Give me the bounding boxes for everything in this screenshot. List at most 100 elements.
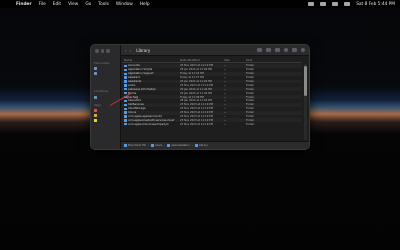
folder-icon: [124, 84, 127, 87]
menu-clock[interactable]: Sat 8 Feb 5:44 PM: [356, 2, 395, 7]
folder-icon: [94, 67, 97, 70]
row-size: --: [224, 83, 226, 87]
menu-bar: Finder File Edit View Go Tools Window He…: [0, 0, 400, 8]
tag-icon: [94, 119, 97, 122]
toolbar: ‹ › Library: [121, 45, 309, 56]
zoom-button[interactable]: [106, 49, 110, 53]
folder-icon: [167, 144, 171, 147]
row-size: --: [224, 99, 226, 103]
column-name[interactable]: Name: [122, 58, 178, 62]
group-icon[interactable]: [266, 48, 271, 52]
row-name: Assistants: [128, 80, 142, 83]
more-icon[interactable]: [292, 48, 297, 52]
column-header: Name Date Modified Size Kind: [122, 57, 302, 63]
close-button[interactable]: [95, 49, 99, 53]
folder-icon: [124, 119, 127, 122]
row-kind: Folder: [246, 99, 255, 103]
row-size: --: [224, 76, 226, 80]
folder-icon: [124, 103, 127, 107]
minimize-button[interactable]: [100, 49, 104, 53]
scroll-thumb[interactable]: [304, 66, 307, 96]
row-date: 23 Nov 2023 at 11:19 PM: [180, 83, 213, 87]
row-size: --: [224, 68, 226, 72]
menu-help[interactable]: Help: [140, 2, 150, 7]
row-name-cell: com.apple.iCloud.searchpartyd: [122, 123, 178, 126]
path-item[interactable]: Users: [151, 144, 162, 147]
row-date: 23 Nov 2023 at 11:19 PM: [180, 111, 213, 115]
row-date: Today at 11:37 PM: [180, 76, 204, 80]
folder-icon: [151, 144, 155, 147]
path-item-label: demoskeleton: [171, 144, 190, 147]
battery-icon[interactable]: [320, 2, 327, 6]
menu-window[interactable]: Window: [116, 2, 133, 7]
sidebar-section-tags: Tags: [94, 103, 101, 107]
row-size: --: [224, 111, 226, 115]
sidebar-item[interactable]: [94, 119, 97, 122]
row-date: 23 Nov 2023 at 11:19 PM: [180, 64, 213, 68]
sidebar-item[interactable]: [94, 109, 97, 112]
row-name: Application Scripts: [128, 68, 153, 72]
path-item[interactable]: Macintosh HD: [124, 144, 146, 147]
row-date: 29 Jan 2024 at 11:46 PM: [180, 87, 212, 91]
row-name-cell: CloudStorage: [122, 107, 178, 110]
window-controls: [95, 49, 110, 53]
sidebar-item[interactable]: [94, 96, 97, 99]
row-size: --: [224, 115, 226, 119]
path-item[interactable]: demoskeleton: [167, 144, 190, 147]
folder-icon: [194, 144, 198, 147]
row-date: Today at 11:38 PM: [180, 95, 204, 99]
row-date: 23 Nov 2023 at 11:19 PM: [180, 118, 213, 122]
row-name: Colors: [128, 111, 137, 115]
sidebar-item[interactable]: [94, 72, 97, 75]
menu-file[interactable]: File: [39, 2, 46, 7]
sidebar: Favourites Locations Tags: [91, 45, 121, 149]
menu-tools[interactable]: Tools: [98, 2, 109, 7]
tag-icon[interactable]: [284, 48, 288, 52]
row-size: --: [224, 80, 226, 83]
wifi-icon[interactable]: [308, 2, 315, 6]
view-icon[interactable]: [257, 48, 262, 52]
sidebar-section-favourites: Favourites: [94, 61, 110, 65]
file-list: Accounts 23 Nov 2023 at 11:19 PM -- Folder A…: [122, 64, 302, 140]
row-name-cell: Accounts: [122, 64, 178, 67]
row-name-cell: Autosave Information: [122, 88, 178, 91]
tag-icon: [94, 114, 97, 117]
folder-icon: [124, 64, 127, 68]
path-separator: ›: [148, 144, 150, 147]
sidebar-item[interactable]: [94, 67, 97, 70]
row-name-cell: Application Scripts: [122, 68, 178, 71]
column-kind[interactable]: Kind: [244, 58, 274, 62]
scrollbar[interactable]: [304, 64, 307, 140]
share-icon[interactable]: [275, 48, 280, 52]
row-size: --: [224, 103, 226, 107]
menu-go[interactable]: Go: [85, 2, 91, 7]
menu-edit[interactable]: Edit: [53, 2, 61, 7]
folder-icon: [124, 107, 127, 110]
row-name: Application Support: [128, 72, 154, 76]
row-date: 23 Nov 2023 at 11:19 PM: [180, 107, 213, 111]
row-kind: Folder: [246, 115, 255, 119]
forward-icon[interactable]: ›: [130, 48, 132, 53]
row-name: com.apple.iCloud.searchpartyd: [128, 122, 169, 126]
menu-view[interactable]: View: [68, 2, 78, 7]
search-icon[interactable]: [301, 48, 305, 52]
window-title: Library: [136, 47, 151, 53]
row-size: --: [224, 107, 226, 111]
row-kind: Folder: [246, 107, 255, 111]
disk-icon: [94, 96, 97, 99]
column-size[interactable]: Size: [222, 58, 244, 62]
sidebar-item[interactable]: [94, 114, 97, 117]
control-center-icon[interactable]: [344, 2, 351, 6]
menu-app-name[interactable]: Finder: [16, 2, 32, 7]
row-name-cell: Assistant: [122, 76, 178, 79]
tag-icon: [94, 109, 97, 112]
column-date-modified[interactable]: Date Modified: [178, 58, 222, 62]
row-date: 23 Nov 2023 at 11:19 PM: [180, 115, 213, 119]
path-item[interactable]: Library: [194, 144, 208, 147]
row-name-cell: CallServices: [122, 103, 178, 106]
table-row[interactable]: com.apple.iCloud.searchpartyd 23 Nov 2023…: [122, 122, 302, 126]
row-name-cell: Calendars: [122, 99, 178, 102]
row-kind: Folder: [246, 87, 255, 91]
search-icon[interactable]: [332, 2, 339, 6]
back-icon[interactable]: ‹: [125, 48, 127, 53]
